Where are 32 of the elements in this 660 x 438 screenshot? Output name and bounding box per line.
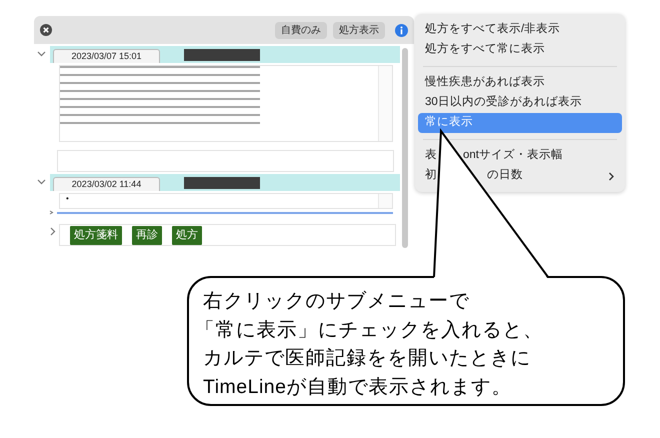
callout-text: カルテで医師記録をを開いたときに bbox=[203, 346, 531, 371]
note-area[interactable]: • bbox=[59, 193, 393, 209]
toolbar-button[interactable]: 処方表示 bbox=[333, 22, 385, 38]
menu-item-row[interactable]: 初 の日数 bbox=[418, 166, 622, 186]
callout-text: 「常に表示」にチェックを入れると、 bbox=[195, 318, 544, 342]
tag-badge: 再診 bbox=[132, 226, 162, 244]
input-field[interactable] bbox=[57, 150, 394, 172]
date-tab[interactable]: 2023/03/02 11:44 bbox=[53, 177, 160, 191]
date-tab[interactable]: 2023/03/07 15:01 bbox=[53, 49, 160, 63]
menu-item-text: ontサイズ・表示幅 bbox=[463, 148, 563, 164]
chevron-right-icon[interactable] bbox=[608, 172, 615, 180]
menu-item-text: 初 bbox=[425, 167, 437, 184]
bullet-text: • bbox=[66, 194, 69, 204]
tag-badge: 処方箋料 bbox=[70, 226, 122, 244]
menu-item-row[interactable]: 表 ontサイズ・表示幅 bbox=[418, 146, 622, 166]
menu-item[interactable]: 処方をすべて表示/非表示 bbox=[418, 20, 622, 40]
menu-item-text: 表 bbox=[425, 148, 437, 164]
chevron-down-icon[interactable] bbox=[37, 178, 46, 187]
note-area[interactable] bbox=[59, 65, 393, 142]
close-icon[interactable] bbox=[40, 24, 52, 36]
scroll-track bbox=[378, 194, 392, 208]
callout-text: TimeLineが自動で表示されます。 bbox=[203, 374, 512, 400]
chevron-down-icon[interactable] bbox=[37, 50, 46, 59]
menu-item[interactable]: 慢性疾患があれば表示 bbox=[418, 73, 622, 93]
menu-item[interactable]: 30日以内の受診があれば表示 bbox=[418, 93, 622, 113]
info-icon[interactable] bbox=[395, 24, 408, 36]
menu-item[interactable]: 処方をすべて常に表示 bbox=[418, 40, 622, 60]
menu-item-text: の日数 bbox=[487, 168, 523, 184]
scrollbar[interactable] bbox=[402, 48, 408, 248]
tag-badge: 処方 bbox=[172, 226, 202, 244]
toolbar-button[interactable]: 自費のみ bbox=[275, 22, 327, 38]
callout-text: 右クリックのサブメニューで bbox=[203, 289, 470, 314]
